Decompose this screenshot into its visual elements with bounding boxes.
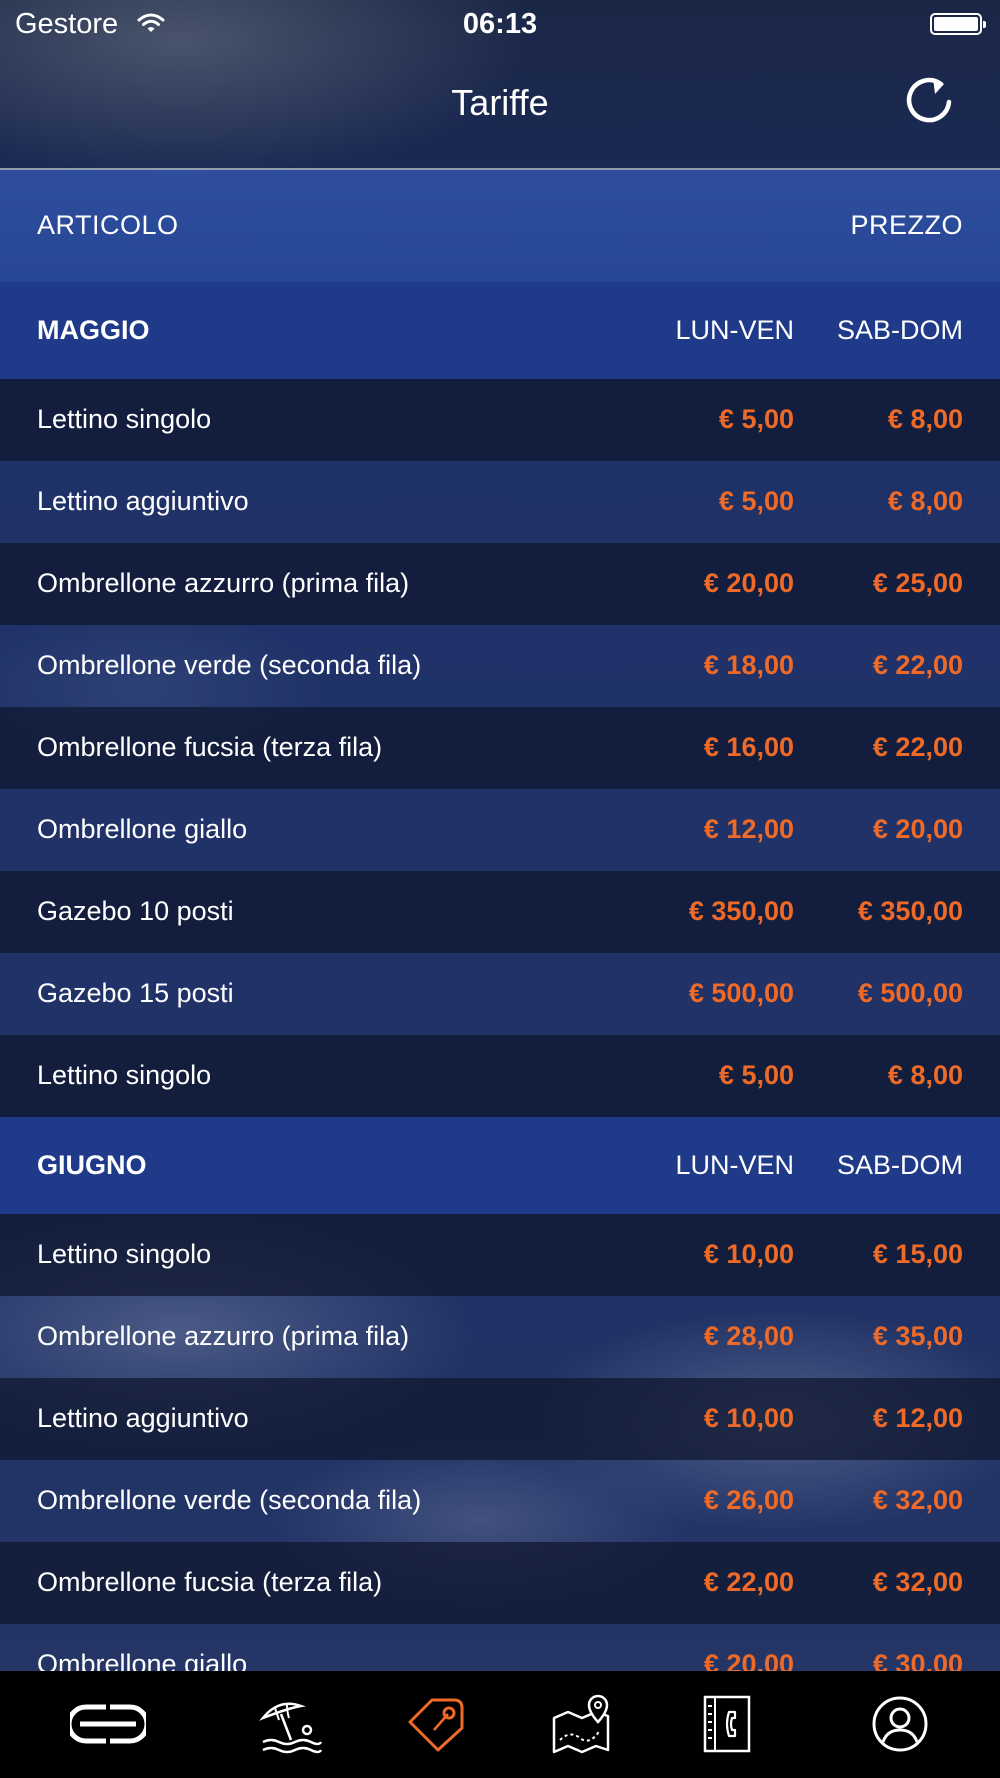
list-item: Ombrellone azzurro (prima fila) € 20,00 € … bbox=[0, 543, 1000, 625]
price-weekday: € 12,00 bbox=[703, 814, 794, 844]
item-name: Ombrellone fucsia (terza fila) bbox=[37, 732, 383, 762]
item-name: Ombrellone azzurro (prima fila) bbox=[37, 1321, 410, 1351]
price-weekend: € 32,00 bbox=[872, 1567, 963, 1597]
map-pin-icon bbox=[552, 1694, 610, 1754]
price-weekend: € 8,00 bbox=[887, 1060, 963, 1090]
price-weekend: € 22,00 bbox=[872, 650, 963, 680]
price-weekday: € 20,00 bbox=[703, 568, 794, 598]
section-name: MAGGIO bbox=[37, 315, 150, 345]
tab-map[interactable] bbox=[544, 1689, 620, 1759]
price-weekend: € 350,00 bbox=[857, 896, 963, 926]
list-item: Lettino aggiuntivo € 10,00 € 12,00 bbox=[0, 1378, 1000, 1460]
price-weekend: € 15,00 bbox=[872, 1239, 963, 1269]
price-weekday: € 10,00 bbox=[703, 1403, 794, 1433]
price-weekday: € 350,00 bbox=[688, 896, 794, 926]
section-header-maggio: MAGGIO LUN-VEN SAB-DOM bbox=[0, 282, 1000, 379]
section-col-weekend: SAB-DOM bbox=[836, 315, 963, 345]
section-header-giugno: GIUGNO LUN-VEN SAB-DOM bbox=[0, 1117, 1000, 1214]
section-name: GIUGNO bbox=[37, 1150, 147, 1180]
tab-profile[interactable] bbox=[862, 1689, 938, 1759]
refresh-icon bbox=[906, 77, 952, 123]
item-name: Ombrellone verde (seconda fila) bbox=[37, 650, 422, 680]
price-weekday: € 500,00 bbox=[688, 978, 794, 1008]
price-weekday: € 18,00 bbox=[703, 650, 794, 680]
price-weekday: € 28,00 bbox=[703, 1321, 794, 1351]
refresh-button[interactable] bbox=[900, 72, 960, 132]
item-name: Lettino singolo bbox=[37, 404, 212, 434]
price-weekend: € 12,00 bbox=[872, 1403, 963, 1433]
page-title: Tariffe bbox=[451, 82, 549, 123]
item-name: Lettino aggiuntivo bbox=[37, 486, 249, 516]
list-item: Ombrellone azzurro (prima fila) € 28,00 € … bbox=[0, 1296, 1000, 1378]
battery-icon bbox=[930, 13, 986, 35]
price-weekend: € 25,00 bbox=[872, 568, 963, 598]
price-weekday: € 26,00 bbox=[703, 1485, 794, 1515]
tab-bar bbox=[0, 1671, 1000, 1778]
price-weekday: € 5,00 bbox=[718, 404, 794, 434]
item-name: Ombrellone giallo bbox=[37, 814, 248, 844]
logo-icon bbox=[70, 1704, 146, 1744]
section-col-weekday: LUN-VEN bbox=[675, 315, 794, 345]
price-weekend: € 500,00 bbox=[857, 978, 963, 1008]
tab-home[interactable] bbox=[70, 1689, 146, 1759]
price-weekday: € 5,00 bbox=[718, 1060, 794, 1090]
list-item: Gazebo 10 posti € 350,00 € 350,00 bbox=[0, 871, 1000, 953]
list-item: Lettino singolo € 10,00 € 15,00 bbox=[0, 1214, 1000, 1296]
item-name: Gazebo 15 posti bbox=[37, 978, 234, 1008]
list-item: Ombrellone giallo € 12,00 € 20,00 bbox=[0, 789, 1000, 871]
list-item: Gazebo 15 posti € 500,00 € 500,00 bbox=[0, 953, 1000, 1035]
section-col-weekend: SAB-DOM bbox=[836, 1150, 963, 1180]
list-item: Lettino singolo € 5,00 € 8,00 bbox=[0, 1035, 1000, 1117]
item-name: Lettino aggiuntivo bbox=[37, 1403, 249, 1433]
column-header-price: PREZZO bbox=[850, 210, 963, 240]
price-weekday: € 5,00 bbox=[718, 486, 794, 516]
user-profile-icon bbox=[872, 1696, 928, 1752]
list-item: Ombrellone fucsia (terza fila) € 22,00 € 3… bbox=[0, 1542, 1000, 1624]
item-name: Ombrellone fucsia (terza fila) bbox=[37, 1567, 383, 1597]
price-weekend: € 8,00 bbox=[887, 486, 963, 516]
tab-beach[interactable] bbox=[253, 1689, 329, 1759]
table-column-header: ARTICOLO PREZZO bbox=[0, 170, 1000, 282]
price-tag-icon bbox=[408, 1698, 464, 1752]
price-weekend: € 35,00 bbox=[872, 1321, 963, 1351]
list-item: Ombrellone verde (seconda fila) € 26,00 € … bbox=[0, 1460, 1000, 1542]
phone-book-icon bbox=[703, 1695, 751, 1753]
clock: 06:13 bbox=[462, 8, 538, 40]
item-name: Lettino singolo bbox=[37, 1239, 212, 1269]
price-weekend: € 22,00 bbox=[872, 732, 963, 762]
item-name: Gazebo 10 posti bbox=[37, 896, 234, 926]
price-weekend: € 20,00 bbox=[872, 814, 963, 844]
item-name: Lettino singolo bbox=[37, 1060, 212, 1090]
price-weekday: € 22,00 bbox=[703, 1567, 794, 1597]
price-weekend: € 32,00 bbox=[872, 1485, 963, 1515]
price-weekend: € 8,00 bbox=[887, 404, 963, 434]
list-item: Lettino aggiuntivo € 5,00 € 8,00 bbox=[0, 461, 1000, 543]
price-weekday: € 16,00 bbox=[703, 732, 794, 762]
price-list[interactable]: MAGGIO LUN-VEN SAB-DOM Lettino singolo € … bbox=[0, 282, 1000, 1706]
price-weekday: € 10,00 bbox=[703, 1239, 794, 1269]
beach-umbrella-icon bbox=[259, 1702, 323, 1754]
tab-prices[interactable] bbox=[398, 1689, 474, 1759]
item-name: Ombrellone azzurro (prima fila) bbox=[37, 568, 410, 598]
section-col-weekday: LUN-VEN bbox=[675, 1150, 794, 1180]
list-item: Ombrellone verde (seconda fila) € 18,00 € … bbox=[0, 625, 1000, 707]
tab-contacts[interactable] bbox=[689, 1689, 765, 1759]
column-header-article: ARTICOLO bbox=[37, 210, 179, 240]
list-item: Lettino singolo € 5,00 € 8,00 bbox=[0, 379, 1000, 461]
item-name: Ombrellone verde (seconda fila) bbox=[37, 1485, 422, 1515]
status-bar: Gestore 06:13 bbox=[0, 0, 1000, 50]
list-item: Ombrellone fucsia (terza fila) € 16,00 € 2… bbox=[0, 707, 1000, 789]
navigation-bar: Tariffe bbox=[0, 50, 1000, 170]
